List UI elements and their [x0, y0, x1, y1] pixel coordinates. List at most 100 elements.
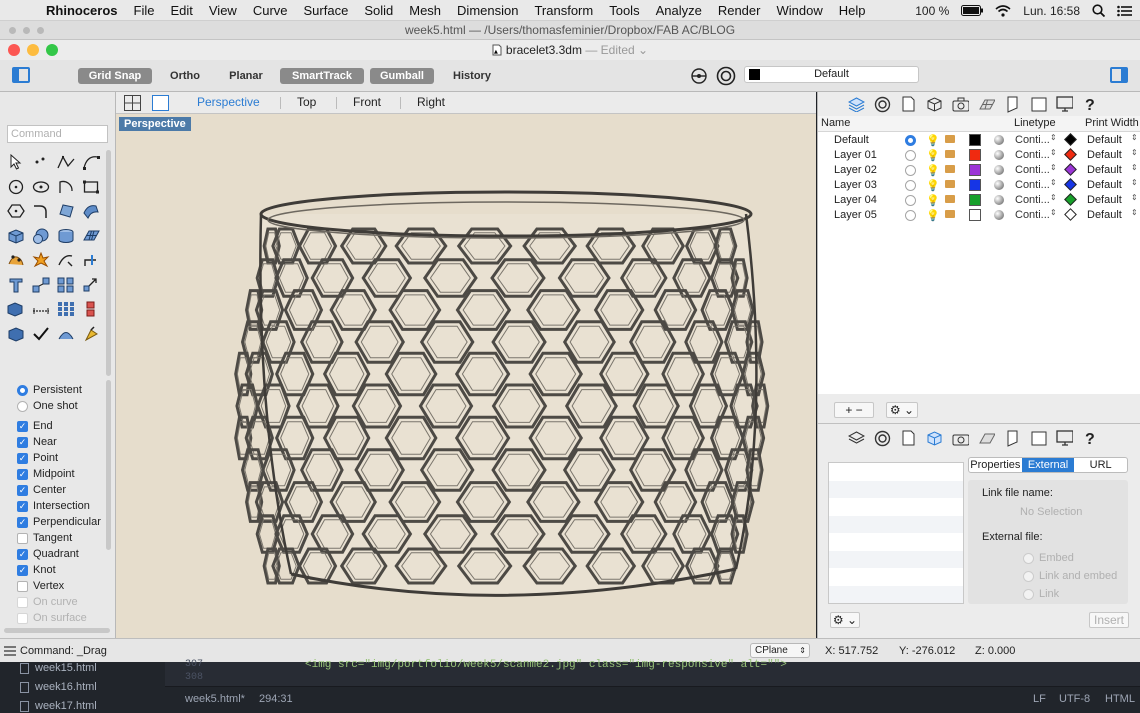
- surface-from-points-icon[interactable]: [53, 199, 78, 224]
- layer-color-swatch[interactable]: [969, 179, 981, 191]
- current-layer-radio[interactable]: [905, 150, 916, 161]
- current-layer-radio[interactable]: [905, 210, 916, 221]
- named-views-icon[interactable]: [1004, 430, 1021, 447]
- layer-color-swatch[interactable]: [969, 209, 981, 221]
- layer-print-width[interactable]: Default: [1087, 209, 1122, 221]
- box-icon[interactable]: [3, 224, 28, 249]
- minimize-button[interactable]: [27, 44, 39, 56]
- display-modes-icon[interactable]: [874, 96, 891, 113]
- layer-color-swatch[interactable]: [969, 149, 981, 161]
- editor-file-name[interactable]: week5.html*: [185, 693, 245, 705]
- lock-icon[interactable]: [945, 165, 955, 173]
- radio-persistent[interactable]: [17, 384, 28, 396]
- split-icon[interactable]: [78, 248, 103, 273]
- help-icon[interactable]: ?: [1082, 96, 1099, 113]
- layer-options-gear-button[interactable]: ⚙ ⌄: [886, 402, 918, 418]
- osnap-mode-persistent[interactable]: Persistent: [17, 382, 107, 398]
- lock-icon[interactable]: [945, 210, 955, 218]
- layer-linetype[interactable]: Conti...: [1015, 194, 1050, 206]
- perspective-viewport[interactable]: Perspective: [116, 114, 816, 638]
- close-button[interactable]: [8, 44, 20, 56]
- lightbulb-icon[interactable]: 💡: [926, 179, 940, 192]
- layer-print-width[interactable]: Default: [1087, 149, 1122, 161]
- menu-analyze[interactable]: Analyze: [648, 3, 710, 18]
- layout-icon[interactable]: [1030, 430, 1047, 447]
- camera-icon[interactable]: [952, 430, 969, 447]
- lock-icon[interactable]: [945, 195, 955, 203]
- planar-button[interactable]: Planar: [222, 68, 270, 84]
- check-icon[interactable]: ✓: [17, 564, 28, 576]
- search-icon[interactable]: [1092, 4, 1105, 17]
- layer-row[interactable]: Layer 01 💡 Conti... ⇕ Default ⇕: [818, 148, 1140, 163]
- print-color-icon[interactable]: [1064, 133, 1077, 146]
- ortho-button[interactable]: Ortho: [162, 68, 208, 84]
- lock-icon[interactable]: [945, 150, 955, 158]
- material-sphere-icon[interactable]: [994, 150, 1004, 160]
- lightbulb-icon[interactable]: 💡: [926, 149, 940, 162]
- lightbulb-icon[interactable]: 💡: [926, 194, 940, 207]
- checkbox[interactable]: [17, 580, 28, 592]
- array-icon[interactable]: [53, 273, 78, 298]
- menu-curve[interactable]: Curve: [245, 3, 296, 18]
- print-color-icon[interactable]: [1064, 148, 1077, 161]
- tree-file-item[interactable]: week15.html: [20, 662, 97, 674]
- insert-button[interactable]: Insert: [1089, 612, 1129, 628]
- layer-name[interactable]: Layer 02: [834, 164, 877, 176]
- menu-surface[interactable]: Surface: [296, 3, 357, 18]
- material-sphere-icon[interactable]: [994, 210, 1004, 220]
- fillet-curves-icon[interactable]: [28, 199, 53, 224]
- print-color-icon[interactable]: [1064, 193, 1077, 206]
- control-point-curve-icon[interactable]: [78, 150, 103, 175]
- layout-icon[interactable]: [1030, 96, 1047, 113]
- extrude-curve-icon[interactable]: [78, 199, 103, 224]
- layer-row[interactable]: Layer 02 💡 Conti... ⇕ Default ⇕: [818, 163, 1140, 178]
- code-area[interactable]: 307 308 <img src="img/portfolio/week5/sc…: [165, 659, 1140, 686]
- menu-view[interactable]: View: [201, 3, 245, 18]
- osnap-quadrant[interactable]: ✓ Quadrant: [17, 546, 107, 562]
- current-layer-dropdown[interactable]: Default: [744, 66, 919, 83]
- cursor-position[interactable]: 294:31: [259, 693, 293, 705]
- menu-help[interactable]: Help: [831, 3, 874, 18]
- edit-points-icon[interactable]: [3, 248, 28, 273]
- material-sphere-icon[interactable]: [994, 195, 1004, 205]
- single-viewport-icon[interactable]: [152, 95, 169, 111]
- group-icon[interactable]: [78, 297, 103, 322]
- command-history-icon[interactable]: [4, 646, 16, 656]
- record-history-icon[interactable]: [690, 67, 708, 85]
- ellipse-icon[interactable]: [28, 175, 53, 200]
- osnap-near[interactable]: ✓ Near: [17, 434, 107, 450]
- layer-linetype[interactable]: Conti...: [1015, 209, 1050, 221]
- zoom-button[interactable]: [46, 44, 58, 56]
- command-input[interactable]: [7, 125, 108, 143]
- right-sidebar-toggle-icon[interactable]: [1110, 67, 1128, 83]
- layer-name[interactable]: Layer 04: [834, 194, 877, 206]
- named-views-icon[interactable]: [1004, 96, 1021, 113]
- move-icon[interactable]: [28, 273, 53, 298]
- boolean-union-icon[interactable]: [3, 297, 28, 322]
- window-zoom-dot[interactable]: [37, 27, 44, 34]
- layer-print-width[interactable]: Default: [1087, 134, 1122, 146]
- layer-row[interactable]: Layer 04 💡 Conti... ⇕ Default ⇕: [818, 193, 1140, 208]
- osnap-center[interactable]: ✓ Center: [17, 482, 107, 498]
- layer-linetype[interactable]: Conti...: [1015, 179, 1050, 191]
- material-sphere-icon[interactable]: [994, 180, 1004, 190]
- menu-transform[interactable]: Transform: [526, 3, 601, 18]
- layer-row[interactable]: Layer 03 💡 Conti... ⇕ Default ⇕: [818, 178, 1140, 193]
- current-layer-radio[interactable]: [905, 180, 916, 191]
- circle-icon[interactable]: [3, 175, 28, 200]
- paint-icon[interactable]: [78, 322, 103, 347]
- check-icon[interactable]: ✓: [17, 436, 28, 448]
- col-linetype[interactable]: Linetype: [1014, 117, 1056, 129]
- tree-file-item[interactable]: week16.html: [20, 681, 97, 693]
- material-sphere-icon[interactable]: [994, 165, 1004, 175]
- layer-color-swatch[interactable]: [969, 194, 981, 206]
- check-icon[interactable]: ✓: [17, 548, 28, 560]
- battery-icon[interactable]: [961, 5, 984, 16]
- check-icon[interactable]: ✓: [17, 468, 28, 480]
- dimension-icon[interactable]: [28, 297, 53, 322]
- help-icon[interactable]: ?: [1082, 430, 1099, 447]
- current-layer-radio[interactable]: [905, 165, 916, 176]
- lock-icon[interactable]: [945, 180, 955, 188]
- tab-top[interactable]: Top: [297, 95, 316, 109]
- grammar[interactable]: HTML: [1105, 693, 1135, 705]
